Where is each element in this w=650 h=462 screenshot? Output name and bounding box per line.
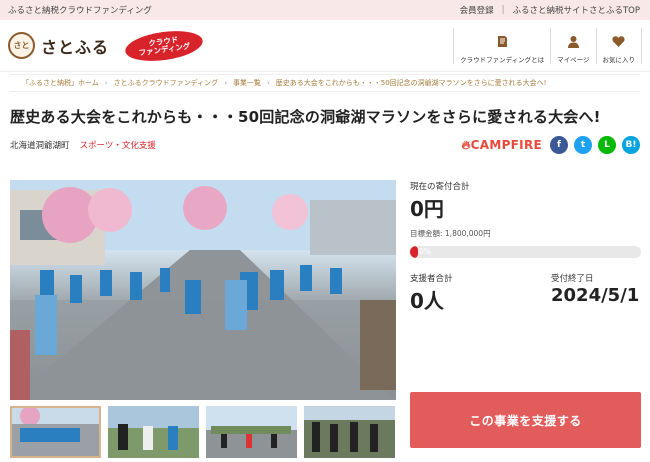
platform-name: CAMPFIRE — [470, 137, 542, 152]
header: さと さとふる クラウド ファンディング クラウドファンディングとは マイページ… — [0, 20, 650, 72]
support-project-button[interactable]: この事業を支援する — [410, 392, 641, 448]
chevron-right-icon: › — [104, 79, 108, 87]
brand[interactable]: さと さとふる クラウド ファンディング — [8, 26, 205, 65]
thumbnail-1[interactable] — [10, 406, 101, 458]
site-label: ふるさと納税クラウドファンディング — [8, 6, 152, 16]
nav-favorites[interactable]: お気に入り — [595, 27, 642, 64]
satofull-logo-icon[interactable]: さと — [8, 32, 35, 59]
crowdfunding-badge[interactable]: クラウド ファンディング — [123, 26, 205, 65]
current-amount-value: 0円 — [410, 197, 444, 221]
flame-icon: 🔥︎ — [461, 137, 471, 152]
facebook-icon[interactable]: f — [550, 136, 568, 154]
goal-amount: 目標金額: 1,800,000円 — [410, 229, 491, 238]
breadcrumb-home[interactable]: 「ふるさと納税」ホーム — [22, 78, 99, 88]
breadcrumb-crowdfunding[interactable]: さとふるクラウドファンディング — [114, 78, 219, 88]
funding-panel: 現在の寄付合計 0円 目標金額: 1,800,000円 0% 支援者合計 0人 … — [410, 180, 641, 460]
category-link[interactable]: スポーツ・文化支援 — [80, 139, 156, 151]
thumbnail-2[interactable] — [108, 406, 199, 458]
cf-badge-line2: ファンディング — [138, 40, 191, 58]
book-icon — [496, 35, 509, 51]
satofull-top-link[interactable]: ふるさと納税サイトさとふるTOP — [512, 4, 640, 16]
line-icon[interactable]: L — [598, 136, 616, 154]
breadcrumb-current[interactable]: 歴史ある大会をこれからも・・・50回記念の洞爺湖マラソンをさらに愛される大会へ! — [276, 78, 547, 88]
meta-left: 北海道洞爺湖町 スポーツ・文化支援 — [10, 139, 156, 151]
thumbnail-4[interactable] — [304, 406, 395, 458]
supporters-block: 支援者合計 0人 — [410, 272, 453, 314]
top-bar: ふるさと納税クラウドファンディング 会員登録 | ふるさと納税サイトさとふるTO… — [0, 0, 650, 20]
campfire-logo: 🔥︎CAMPFIRE — [462, 138, 542, 153]
end-date-value: 2024/5/1 — [551, 285, 640, 306]
chevron-right-icon: › — [224, 79, 227, 87]
supporters-label: 支援者合計 — [410, 274, 453, 284]
top-links: 会員登録 | ふるさと納税サイトさとふるTOP — [460, 4, 640, 16]
supporters-value: 0人 — [410, 289, 444, 313]
nav-label: クラウドファンディングとは — [460, 55, 545, 64]
divider: | — [501, 5, 505, 15]
nav-label: お気に入り — [602, 55, 636, 64]
funding-stats: 支援者合計 0人 受付終了日 2024/5/1 — [410, 272, 641, 314]
header-nav: クラウドファンディングとは マイページ お気に入り — [453, 27, 642, 64]
nav-about-crowdfunding[interactable]: クラウドファンディングとは — [453, 27, 550, 64]
project-main: 現在の寄付合計 0円 目標金額: 1,800,000円 0% 支援者合計 0人 … — [10, 180, 641, 460]
person-icon — [567, 35, 580, 51]
progress-percent: 0% — [419, 247, 431, 256]
logo-text[interactable]: さとふる — [41, 34, 109, 58]
photo-thumbnails — [10, 406, 396, 458]
progress-fill — [410, 246, 418, 258]
project-meta: 北海道洞爺湖町 スポーツ・文化支援 🔥︎CAMPFIRE f t L B! — [10, 135, 640, 155]
heart-icon — [612, 35, 625, 51]
nav-mypage[interactable]: マイページ — [550, 27, 595, 64]
hatena-bookmark-icon[interactable]: B! — [622, 136, 640, 154]
progress-bar: 0% — [410, 246, 641, 258]
end-date-block: 受付終了日 2024/5/1 — [551, 272, 641, 314]
twitter-icon[interactable]: t — [574, 136, 592, 154]
nav-label: マイページ — [557, 55, 590, 64]
share-bar: 🔥︎CAMPFIRE f t L B! — [462, 136, 640, 154]
thumbnail-3[interactable] — [206, 406, 297, 458]
logo-mark-text: さと — [13, 41, 30, 50]
breadcrumb: 「ふるさと納税」ホーム › さとふるクラウドファンディング › 事業一覧 › 歴… — [10, 74, 640, 92]
register-link[interactable]: 会員登録 — [460, 4, 494, 16]
municipality-link[interactable]: 北海道洞爺湖町 — [10, 139, 70, 151]
chevron-right-icon: › — [266, 79, 270, 87]
hero-photo-marathon — [10, 180, 396, 400]
current-amount-label: 現在の寄付合計 — [410, 182, 470, 192]
page-title: 歴史ある大会をこれからも・・・50回記念の洞爺湖マラソンをさらに愛される大会へ! — [10, 108, 601, 126]
breadcrumb-project-list[interactable]: 事業一覧 — [233, 78, 261, 88]
end-date-label: 受付終了日 — [551, 274, 594, 284]
